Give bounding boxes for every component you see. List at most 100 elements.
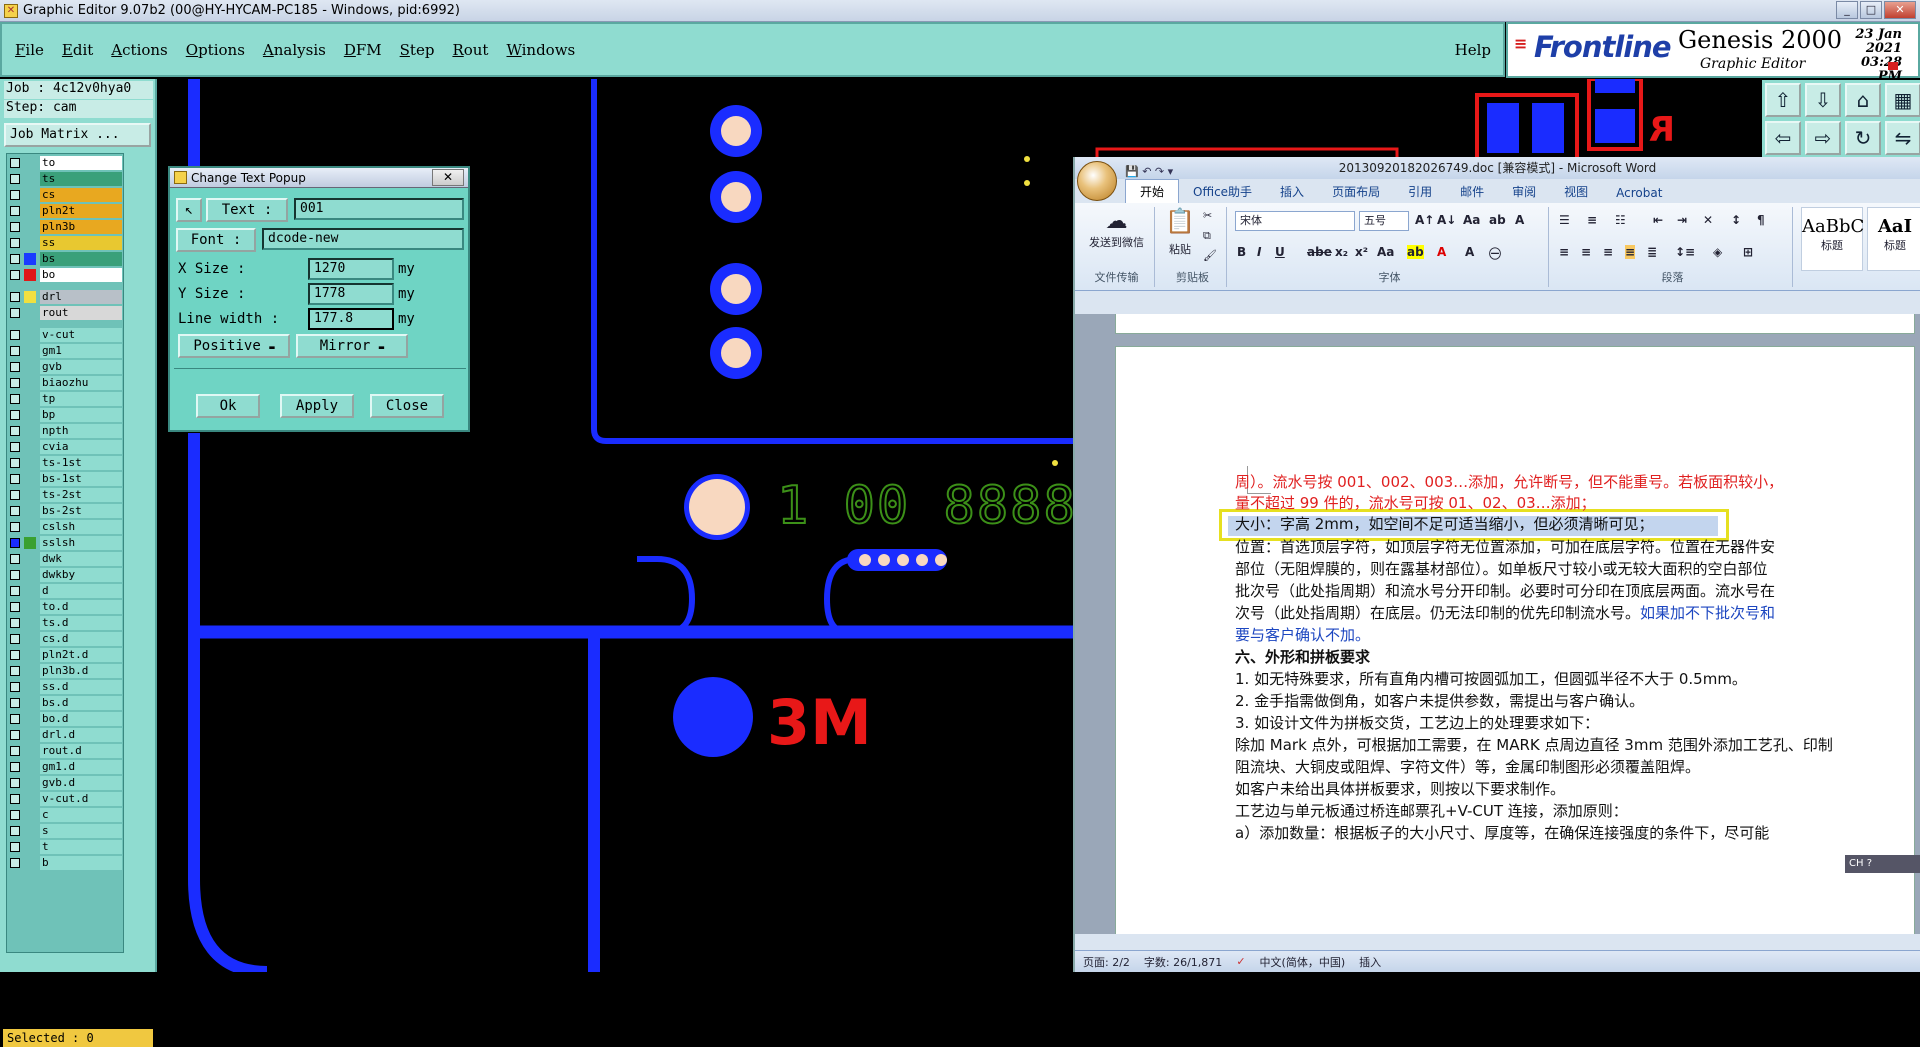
maximize-button[interactable]: □ [1860,1,1882,19]
layer-checkbox[interactable] [10,842,20,852]
layer-row[interactable]: sslsh [7,536,125,551]
layer-row[interactable]: dwk [7,552,125,567]
strikethrough-icon[interactable]: abe [1307,245,1332,259]
layer-checkbox[interactable] [10,238,20,248]
layer-color-swatch[interactable] [24,713,36,725]
multilevel-icon[interactable]: ☷ [1615,213,1626,227]
subscript-icon[interactable]: x₂ [1335,245,1348,259]
layer-checkbox[interactable] [10,666,20,676]
move-left-icon[interactable]: ⇦ [1765,121,1801,155]
popup-close-button[interactable]: Close [370,394,444,418]
layer-name[interactable]: v-cut.d [40,792,122,806]
layer-row[interactable]: gvb [7,360,125,375]
ime-toolbar[interactable]: CH ? [1845,855,1920,873]
clear-format-icon[interactable]: Aa [1463,213,1480,227]
layer-checkbox[interactable] [10,378,20,388]
layer-up-icon[interactable]: ⇧ [1765,83,1801,117]
layer-name[interactable]: gvb [40,360,122,374]
layer-row[interactable]: dwkby [7,568,125,583]
layer-name[interactable]: drl.d [40,728,122,742]
font-color-icon[interactable]: A [1437,245,1446,259]
layer-row[interactable]: t [7,840,125,855]
document-line[interactable]: 批次号（此处指周期）和流水号分开印制。必要时可分印在顶底层两面。流水号在 [1235,580,1775,601]
char-border-icon[interactable]: A [1515,213,1524,227]
increase-indent-icon[interactable]: ⇥ [1677,213,1687,227]
layer-checkbox[interactable] [10,714,20,724]
language[interactable]: 中文(简体，中国) [1260,954,1346,970]
layer-row[interactable]: cvia [7,440,125,455]
layer-row[interactable]: cs.d [7,632,125,647]
layer-color-swatch[interactable] [24,505,36,517]
layer-color-swatch[interactable] [24,777,36,789]
layer-checkbox[interactable] [10,426,20,436]
layer-row[interactable]: bo.d [7,712,125,727]
layer-checkbox[interactable] [10,394,20,404]
layer-name[interactable]: pln2t [40,204,122,218]
document-line[interactable]: 部位（无阻焊膜的，则在露基材部位）。如单板尺寸较小或无较大面积的空白部位 [1235,558,1768,579]
layer-checkbox[interactable] [10,522,20,532]
italic-icon[interactable]: I [1257,245,1261,259]
change-case-icon[interactable]: Aa [1377,245,1394,259]
layer-row[interactable]: v-cut [7,328,125,343]
layer-name[interactable]: cslsh [40,520,122,534]
layer-row[interactable]: v-cut.d [7,792,125,807]
layer-checkbox[interactable] [10,778,20,788]
format-painter-icon[interactable]: 🖌 [1203,249,1217,262]
layer-checkbox[interactable] [10,634,20,644]
numbering-icon[interactable]: ≡ [1587,213,1597,227]
layer-color-swatch[interactable] [24,601,36,613]
document-line[interactable]: 量不超过 99 件的，流水号可按 01、02、03…添加； [1235,492,1596,513]
layer-row[interactable]: ss [7,236,125,251]
layer-name[interactable]: gvb.d [40,776,122,790]
layer-checkbox[interactable] [10,362,20,372]
layer-color-swatch[interactable] [24,841,36,853]
bold-icon[interactable]: B [1237,245,1246,259]
layer-row[interactable]: pln3b.d [7,664,125,679]
office-button[interactable] [1077,161,1117,201]
layer-row[interactable]: to [7,156,125,171]
layer-checkbox[interactable] [10,254,20,264]
page-count[interactable]: 页面: 2/2 [1083,954,1130,970]
text-label-button[interactable]: Text : [206,198,288,222]
layer-name[interactable]: b [40,856,122,870]
layer-checkbox[interactable] [10,330,20,340]
char-shading-icon[interactable]: A [1465,245,1474,259]
menu-edit[interactable]: Edit [53,41,102,59]
highlight-icon[interactable]: ab [1407,245,1424,259]
document-line[interactable]: 如客户未给出具体拼板要求，则按以下要求制作。 [1235,778,1565,799]
chinese-layout-icon[interactable]: ✕ [1703,213,1713,227]
layer-color-swatch[interactable] [24,473,36,485]
layer-checkbox[interactable] [10,308,20,318]
shrink-font-icon[interactable]: A↓ [1437,213,1456,227]
layer-checkbox[interactable] [10,858,20,868]
layer-color-swatch[interactable] [24,681,36,693]
decrease-indent-icon[interactable]: ⇤ [1653,213,1663,227]
layer-row[interactable]: cslsh [7,520,125,535]
layer-name[interactable]: gm1.d [40,760,122,774]
job-matrix-button[interactable]: Job Matrix ... [4,123,151,147]
layer-checkbox[interactable] [10,650,20,660]
layer-checkbox[interactable] [10,190,20,200]
layer-color-swatch[interactable] [24,173,36,185]
ysize-input[interactable]: 1778 [308,283,394,305]
layer-name[interactable]: sslsh [40,536,122,550]
menu-analysis[interactable]: Analysis [254,41,335,59]
layer-color-swatch[interactable] [24,221,36,233]
tab-mailings[interactable]: 邮件 [1446,180,1498,203]
layer-name[interactable]: pln3b [40,220,122,234]
layer-checkbox[interactable] [10,794,20,804]
layer-name[interactable]: bo.d [40,712,122,726]
layer-name[interactable]: pln3b.d [40,664,122,678]
line-spacing-icon[interactable]: ↕≡ [1675,245,1695,259]
layer-row[interactable]: ts.d [7,616,125,631]
layer-down-icon[interactable]: ⇩ [1805,83,1841,117]
layer-name[interactable]: ss [40,236,122,250]
tab-acrobat[interactable]: Acrobat [1602,183,1676,203]
tab-review[interactable]: 审阅 [1498,180,1550,203]
shading-icon[interactable]: ◈ [1713,245,1722,259]
document-line[interactable]: 大小：字高 2mm，如空间不足可适当缩小，但必须清晰可见； [1235,513,1654,534]
layer-color-swatch[interactable] [24,825,36,837]
layer-color-swatch[interactable] [24,633,36,645]
layer-name[interactable]: cs.d [40,632,122,646]
layer-row[interactable]: gm1 [7,344,125,359]
